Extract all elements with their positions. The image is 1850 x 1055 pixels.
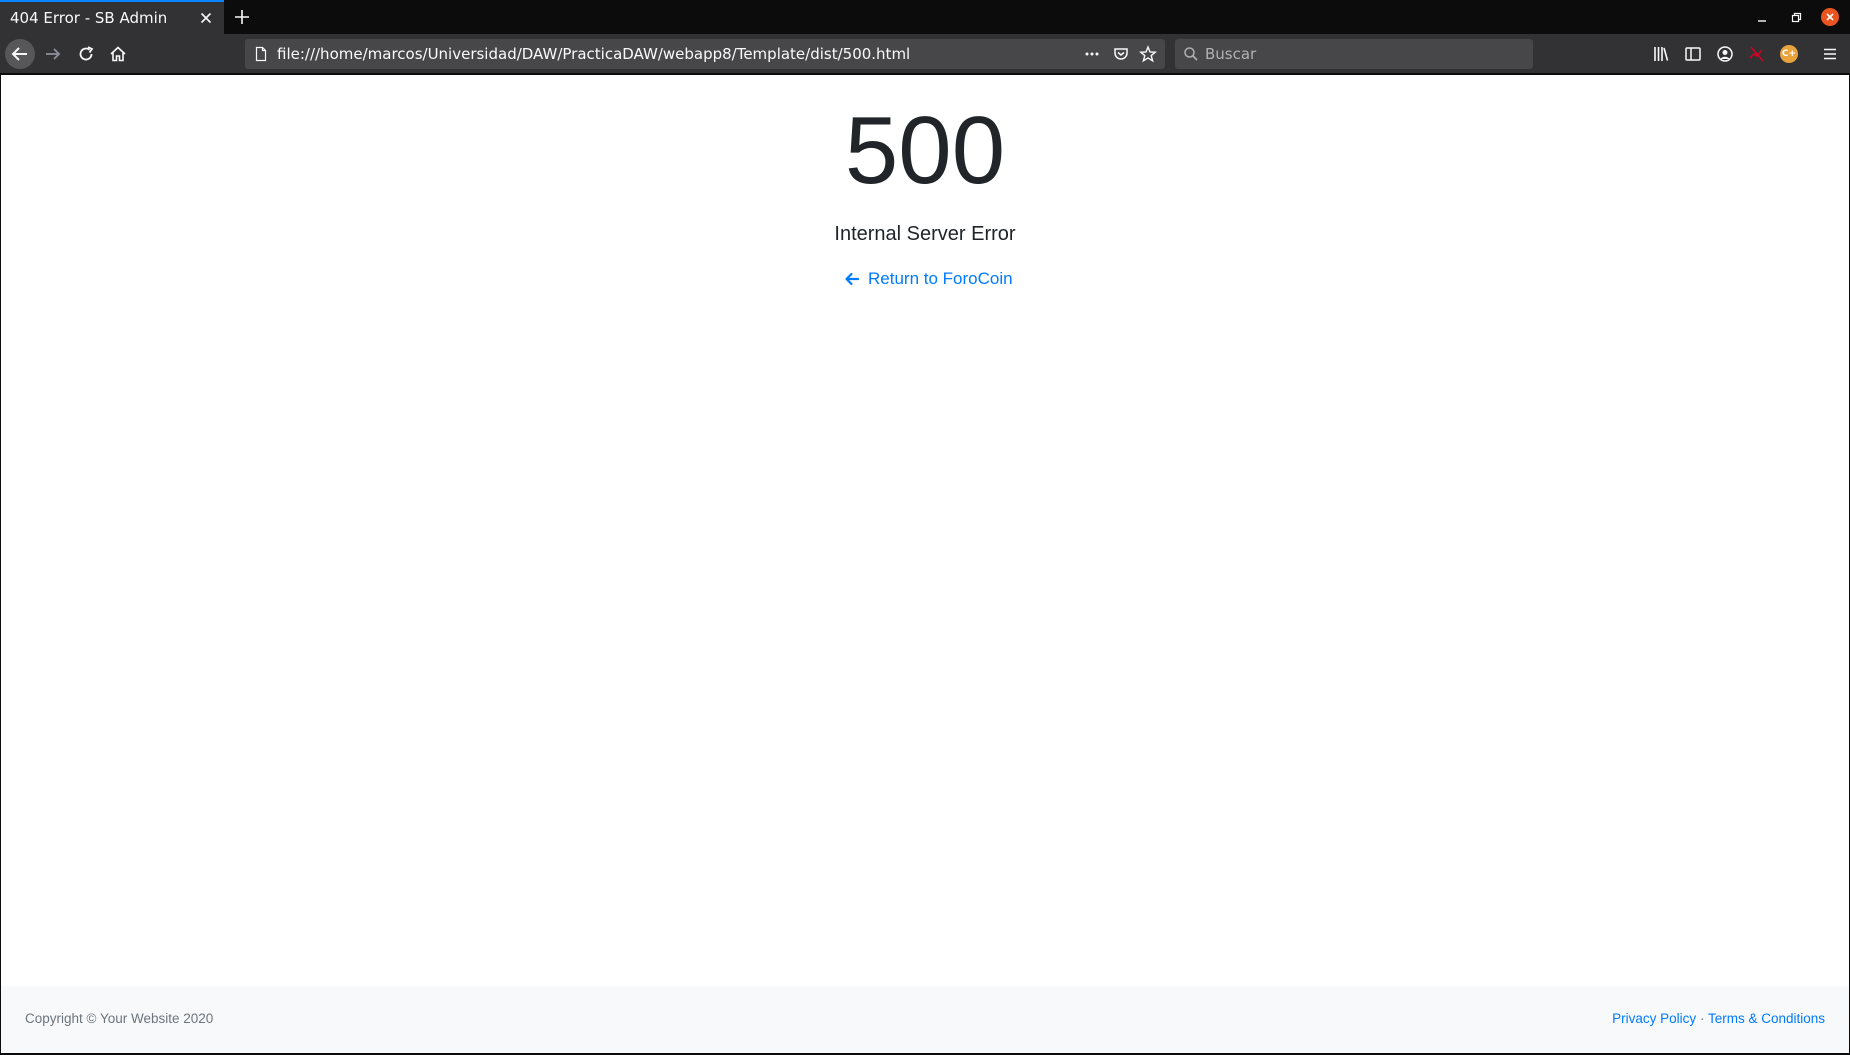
privacy-policy-link[interactable]: Privacy Policy <box>1612 1011 1696 1026</box>
back-arrow-icon <box>11 47 27 61</box>
library-icon[interactable] <box>1651 44 1671 64</box>
page-viewport: 500 Internal Server Error Return to Foro… <box>1 75 1849 1053</box>
reload-icon[interactable] <box>76 44 96 64</box>
navigation-toolbar: file:///home/marcos/Universidad/DAW/Prac… <box>0 34 1850 74</box>
account-icon[interactable] <box>1715 44 1735 64</box>
tab-strip: 404 Error - SB Admin <box>0 0 1850 34</box>
footer-links: Privacy Policy · Terms & Conditions <box>1612 1011 1825 1026</box>
terms-link[interactable]: Terms & Conditions <box>1708 1011 1825 1026</box>
search-icon <box>1184 47 1198 61</box>
close-window-icon <box>1826 13 1834 21</box>
url-text: file:///home/marcos/Universidad/DAW/Prac… <box>277 45 911 63</box>
tab-active[interactable]: 404 Error - SB Admin <box>0 0 224 34</box>
extension-icon[interactable]: C+ <box>1780 45 1798 63</box>
footer: Copyright © Your Website 2020 Privacy Po… <box>1 986 1849 1053</box>
footer-separator: · <box>1699 1011 1705 1026</box>
forward-arrow-icon[interactable] <box>43 44 63 64</box>
error-code: 500 <box>844 97 1006 204</box>
minimize-icon[interactable] <box>1753 9 1771 27</box>
copyright-text: Copyright © Your Website 2020 <box>25 1011 214 1026</box>
menu-icon[interactable] <box>1820 44 1840 64</box>
tracking-protection-icon[interactable] <box>1747 44 1767 64</box>
page-actions-icon[interactable] <box>1084 46 1100 62</box>
new-tab-icon[interactable] <box>232 7 252 27</box>
search-bar[interactable]: Buscar <box>1175 39 1533 69</box>
close-tab-icon[interactable] <box>198 10 214 26</box>
sidebar-icon[interactable] <box>1683 44 1703 64</box>
page-info-icon[interactable] <box>253 46 269 62</box>
search-input[interactable]: Buscar <box>1205 45 1256 63</box>
close-window-button[interactable] <box>1821 8 1839 26</box>
error-message: Internal Server Error <box>834 223 1016 245</box>
return-link-label: Return to ForoCoin <box>868 269 1013 288</box>
tab-title: 404 Error - SB Admin <box>10 9 168 27</box>
return-link[interactable]: Return to ForoCoin <box>844 269 1013 289</box>
pocket-icon[interactable] <box>1112 45 1130 63</box>
home-icon[interactable] <box>108 44 128 64</box>
arrow-left-icon <box>845 272 860 286</box>
back-button[interactable] <box>5 39 35 69</box>
url-bar[interactable]: file:///home/marcos/Universidad/DAW/Prac… <box>245 39 1165 69</box>
restore-icon[interactable] <box>1787 9 1805 27</box>
bookmark-star-icon[interactable] <box>1139 45 1157 63</box>
